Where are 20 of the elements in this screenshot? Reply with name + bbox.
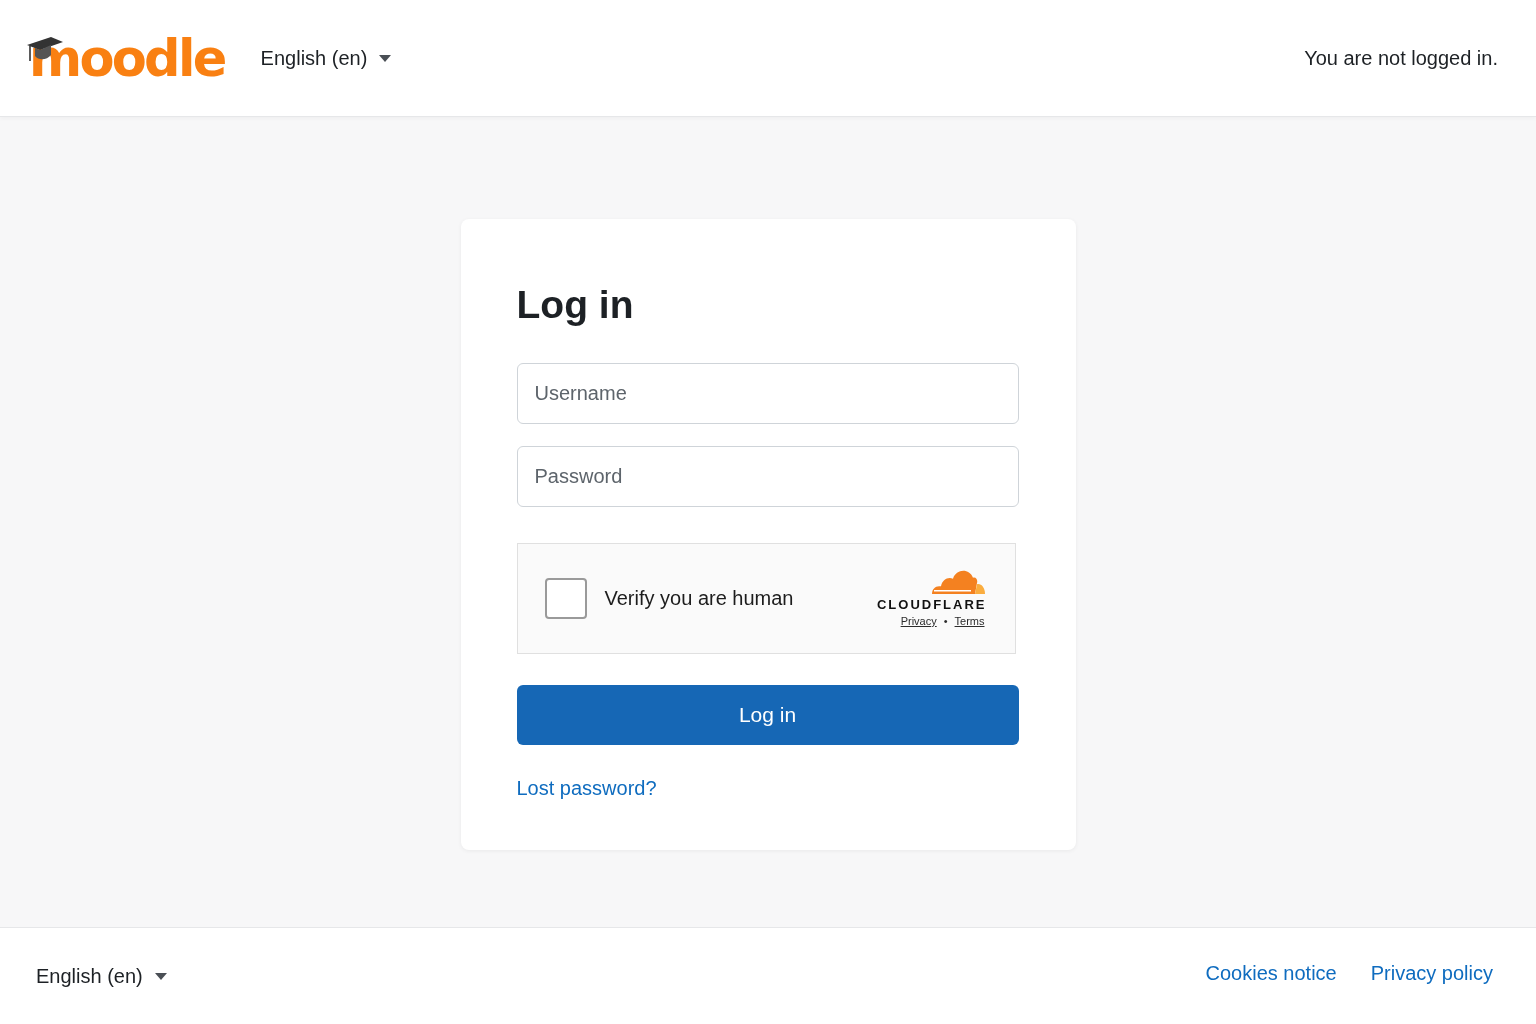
caret-icon (154, 972, 167, 980)
captcha-checkbox[interactable] (544, 577, 587, 619)
login-button[interactable]: Log in (516, 684, 1019, 745)
caret-icon (379, 54, 392, 62)
widget-link[interactable]: Terms (954, 614, 985, 627)
login-title: Log in (516, 282, 635, 328)
widget-link[interactable]: Privacy (900, 614, 937, 627)
username-field[interactable]: Username (516, 362, 1019, 424)
language-select[interactable]: English (en) (36, 960, 167, 992)
cloud-icon (930, 569, 985, 594)
logo: moodle (27, 28, 225, 88)
language-select[interactable]: English (en) (260, 42, 392, 74)
captcha-label: Verify you are human (604, 586, 794, 610)
footer-link[interactable]: Privacy policy (1370, 961, 1493, 985)
brand-name: CLOUDFLARE (876, 596, 987, 612)
password-field[interactable]: Password (516, 445, 1019, 507)
login-status-text: You are not logged in. (1304, 46, 1498, 70)
lost-password-link[interactable]: Lost password? (516, 776, 657, 800)
footer-link[interactable]: Cookies notice (1205, 961, 1337, 985)
separator-dot: • (943, 614, 948, 627)
